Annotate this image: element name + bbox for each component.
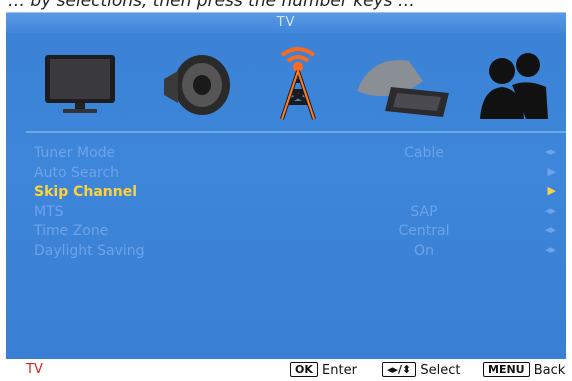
ok-key: OK [290, 362, 318, 377]
submenu-arrow-icon: ▶ [547, 184, 556, 197]
left-right-arrows-icon: ◂▸ [544, 223, 556, 236]
tv-osd-menu: TV Tuner Mode Cable ◂▸ Auto Search ▶ Ski… [6, 12, 566, 360]
menu-item-label: Daylight Saving [34, 242, 145, 259]
speaker-icon[interactable] [156, 41, 236, 123]
menu-item-value: SAP [410, 203, 438, 220]
menu-item-value: On [414, 242, 434, 259]
menu-item-auto-search[interactable]: Auto Search ▶ [34, 165, 556, 185]
menu-item-tuner-mode[interactable]: Tuner Mode Cable ◂▸ [34, 145, 556, 165]
menu-item-time-zone[interactable]: Time Zone Central ◂▸ [34, 223, 556, 243]
menu-item-value: Central [398, 223, 450, 239]
tab-separator [26, 131, 566, 133]
back-hint: MENU Back [483, 362, 565, 378]
menu-key: MENU [483, 362, 530, 377]
back-label: Back [533, 363, 566, 378]
category-tabs [6, 33, 566, 128]
left-right-arrows-icon: ◂▸ [544, 242, 556, 256]
satellite-dish-icon[interactable] [351, 41, 456, 123]
menu-item-label: Tuner Mode [34, 145, 116, 161]
left-right-arrows-icon: ◂▸ [544, 203, 556, 217]
people-icon[interactable] [476, 41, 551, 123]
menu-item-value: Cable [404, 145, 444, 161]
menu-item-skip-channel[interactable]: Skip Channel ▶ [34, 184, 556, 204]
source-label: TV [26, 362, 43, 377]
menu-item-label: MTS [34, 203, 64, 220]
select-hint: ◂▸/⬍ Select [382, 362, 461, 378]
select-key: ◂▸/⬍ [382, 362, 417, 377]
menu-item-daylight-saving[interactable]: Daylight Saving On ◂▸ [34, 243, 556, 263]
enter-hint: OK Enter [290, 362, 357, 378]
select-label: Select [420, 363, 461, 378]
left-right-arrows-icon: ◂▸ [544, 145, 556, 158]
menu-item-label: Auto Search [34, 164, 120, 181]
menu-item-mts[interactable]: MTS SAP ◂▸ [34, 204, 556, 224]
enter-label: Enter [322, 363, 357, 378]
tv-monitor-icon[interactable] [41, 41, 121, 123]
submenu-arrow-icon: ▶ [547, 164, 556, 178]
menu-item-label: Skip Channel [34, 184, 138, 200]
menu-title: TV [276, 15, 296, 30]
menu-item-label: Time Zone [34, 223, 109, 239]
hint-bar: TV OK Enter ◂▸/⬍ Select MENU Back [0, 359, 572, 381]
antenna-tower-icon[interactable] [268, 41, 328, 123]
